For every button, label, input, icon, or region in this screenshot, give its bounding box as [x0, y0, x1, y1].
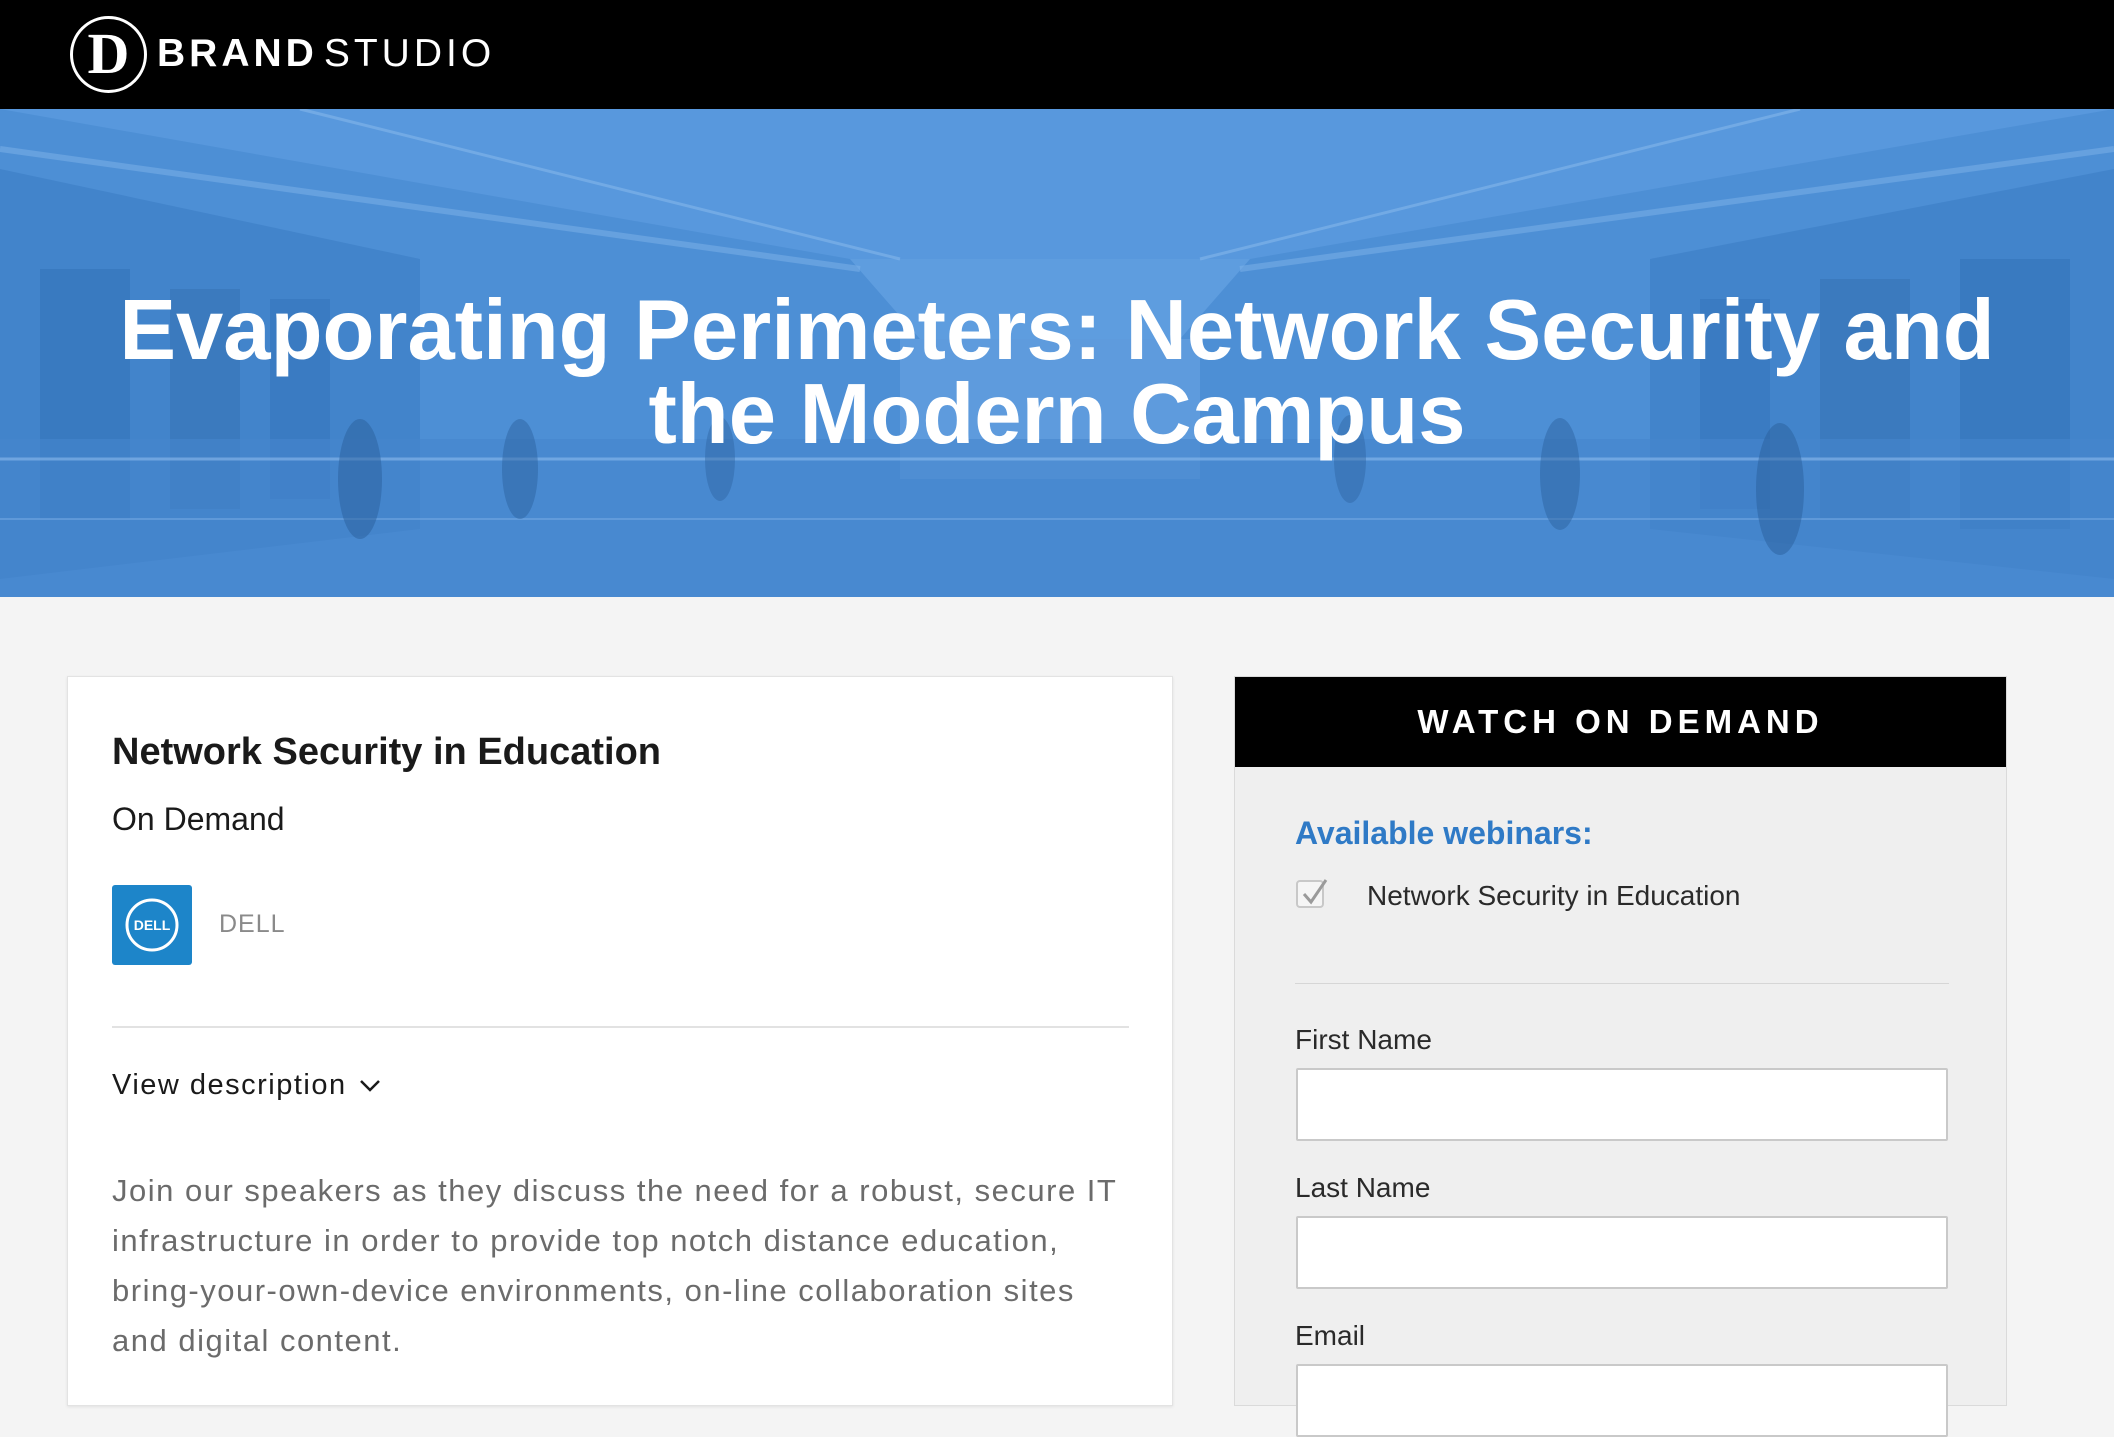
event-details-card: Network Security in Education On Demand … — [67, 676, 1173, 1406]
page-title: Evaporating Perimeters: Network Security… — [0, 283, 2114, 462]
first-name-label: First Name — [1295, 1024, 1432, 1055]
chevron-down-icon — [359, 1079, 380, 1092]
event-description: Join our speakers as they discuss the ne… — [112, 1173, 1117, 1358]
view-description-toggle[interactable]: View description — [112, 1069, 381, 1102]
view-description-label: View description — [112, 1069, 347, 1101]
hero-banner: Evaporating Perimeters: Network Security… — [0, 109, 2114, 597]
email-input[interactable] — [1296, 1364, 1948, 1437]
event-title: Network Security in Education — [112, 731, 661, 773]
logo-badge-icon: D — [70, 15, 147, 93]
logo-studio-text: STUDIO — [323, 32, 496, 75]
dell-logo-icon: DELL — [125, 898, 179, 952]
logo-letter: D — [87, 21, 130, 86]
first-name-input[interactable] — [1296, 1068, 1948, 1141]
page-title-line-1: Evaporating Perimeters: Network Security… — [119, 283, 1995, 378]
webinar-option-label[interactable]: Network Security in Education — [1367, 880, 1741, 912]
webinar-checkbox[interactable] — [1296, 879, 1328, 908]
watch-on-demand-header: WATCH ON DEMAND — [1235, 677, 2006, 767]
registration-panel: WATCH ON DEMAND Available webinars: Netw… — [1234, 676, 2007, 1437]
page-title-line-2: the Modern Campus — [648, 367, 1466, 462]
brand-studio-logo[interactable]: D BRAND STUDIO — [70, 12, 495, 96]
dell-logo-text: DELL — [134, 917, 171, 933]
checkmark-icon — [1302, 879, 1328, 905]
logo-brand-text: BRAND — [157, 32, 318, 75]
email-label: Email — [1295, 1320, 1366, 1351]
top-navbar: D BRAND STUDIO — [0, 0, 2114, 109]
sponsor-name: DELL — [219, 910, 286, 938]
card-divider — [112, 1026, 1129, 1028]
last-name-input[interactable] — [1296, 1216, 1948, 1289]
panel-divider — [1295, 983, 1949, 984]
event-status: On Demand — [112, 801, 285, 837]
available-webinars-label: Available webinars: — [1295, 815, 1593, 851]
last-name-label: Last Name — [1295, 1172, 1431, 1203]
dell-logo[interactable]: DELL — [112, 885, 192, 965]
